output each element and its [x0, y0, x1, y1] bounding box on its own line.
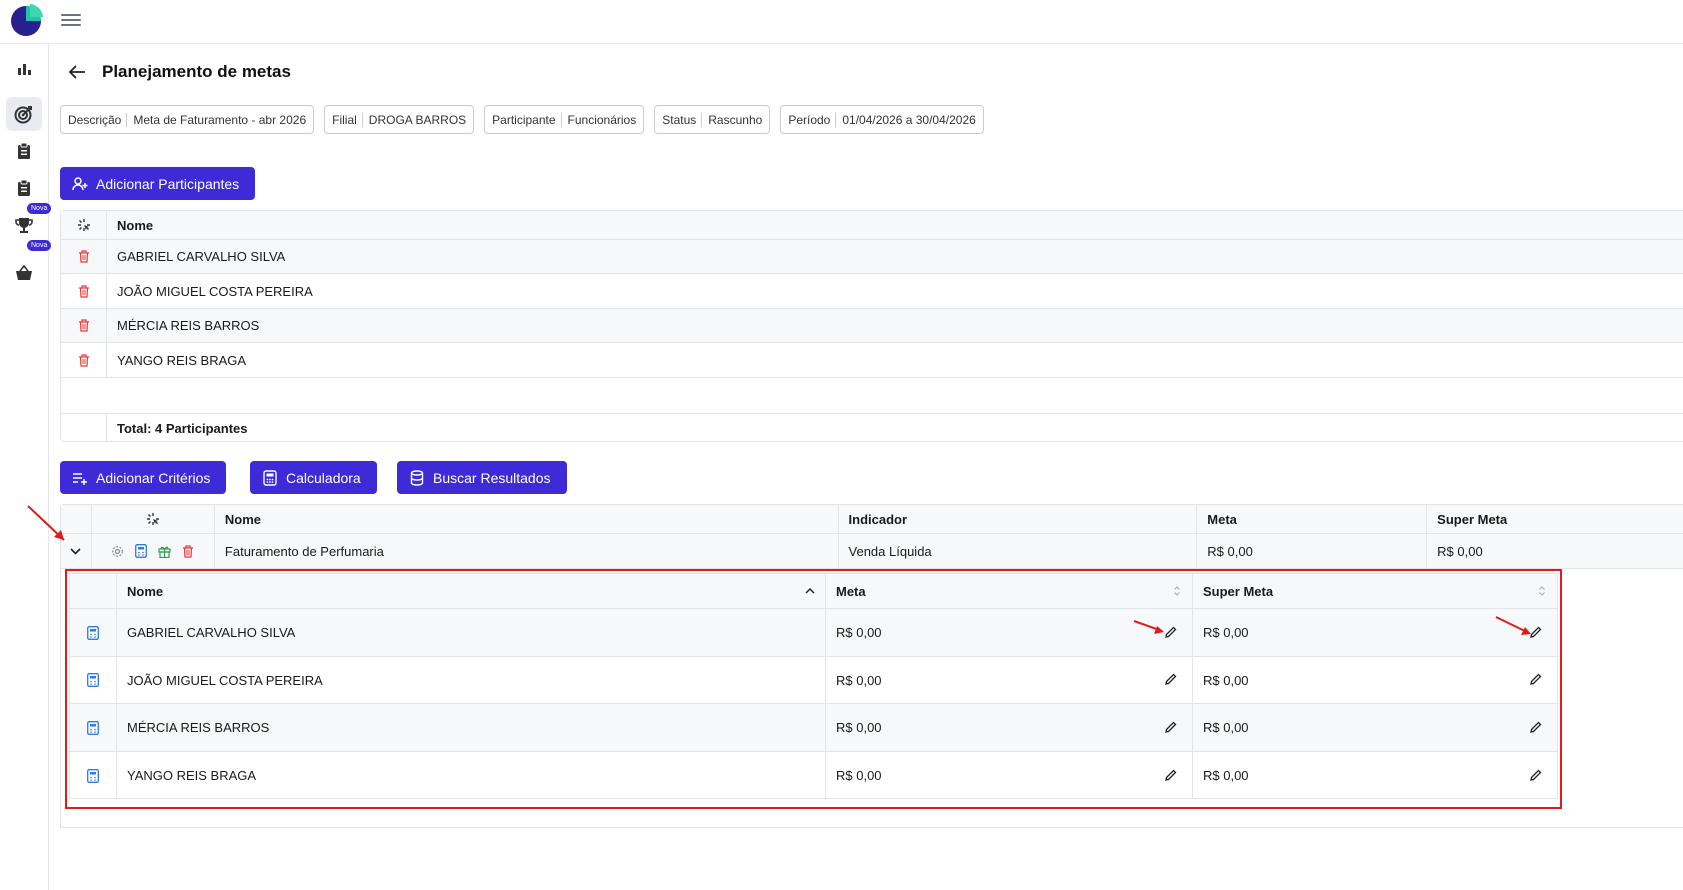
- calculator-icon[interactable]: [87, 673, 99, 687]
- database-icon: [409, 469, 425, 486]
- goal-value: R$ 0,00: [836, 768, 882, 783]
- trash-icon[interactable]: [78, 353, 90, 367]
- list-add-icon: [72, 470, 88, 486]
- hamburger-menu-icon[interactable]: [61, 11, 81, 29]
- gear-icon[interactable]: [111, 545, 124, 558]
- table-row: JOÃO MIGUEL COSTA PEREIRA R$ 0,00 R$ 0,0…: [70, 657, 1557, 704]
- participant-name: GABRIEL CARVALHO SILVA: [117, 609, 826, 656]
- super-goal-value: R$ 0,00: [1203, 625, 1249, 640]
- participant-name: GABRIEL CARVALHO SILVA: [117, 249, 286, 264]
- super-goal-value: R$ 0,00: [1203, 768, 1249, 783]
- calculator-icon[interactable]: [87, 720, 99, 735]
- participant-name: MÉRCIA REIS BARROS: [117, 318, 260, 333]
- sort-icon[interactable]: [1537, 585, 1547, 597]
- table-row: MÉRCIA REIS BARROS R$ 0,00 R$ 0,00: [70, 704, 1557, 752]
- pencil-icon[interactable]: [1529, 720, 1543, 734]
- pencil-icon[interactable]: [1529, 625, 1543, 639]
- clipboard-icon[interactable]: [6, 134, 42, 168]
- table-row: GABRIEL CARVALHO SILVA: [61, 240, 1683, 274]
- sort-icon[interactable]: [1172, 585, 1182, 597]
- calculator-icon: [262, 469, 278, 486]
- page-header: Planejamento de metas: [65, 60, 291, 84]
- goal-value: R$ 0,00: [836, 720, 882, 735]
- criterion-indicator: Venda Líquida: [839, 534, 1198, 568]
- filter-chip-descricao: Descrição Meta de Faturamento - abr 2026: [60, 105, 315, 134]
- table-row: YANGO REIS BRAGA: [61, 343, 1683, 378]
- select-all-icon[interactable]: [77, 218, 91, 232]
- bar-chart-icon[interactable]: [6, 52, 42, 86]
- participant-name: YANGO REIS BRAGA: [117, 752, 826, 799]
- criterion-goal: R$ 0,00: [1197, 534, 1428, 568]
- table-row: YANGO REIS BRAGA R$ 0,00 R$ 0,00: [70, 752, 1557, 799]
- table-footer: Total: 4 Participantes: [61, 414, 1683, 442]
- super-goal-value: R$ 0,00: [1203, 672, 1249, 688]
- participant-goals-subtable: Nome Meta Super Meta GABRIEL CARVALHO SI…: [65, 569, 1562, 809]
- table-row: JOÃO MIGUEL COSTA PEREIRA: [61, 274, 1683, 309]
- back-arrow-icon[interactable]: [65, 60, 89, 84]
- table-row: MÉRCIA REIS BARROS: [61, 309, 1683, 343]
- trash-icon[interactable]: [182, 544, 194, 558]
- trophy-icon[interactable]: [6, 208, 42, 242]
- table-header: Nome Meta Super Meta: [70, 574, 1557, 609]
- fetch-results-button[interactable]: Buscar Resultados: [397, 461, 567, 494]
- filter-chip-status: Status Rascunho: [654, 105, 771, 134]
- calculator-button[interactable]: Calculadora: [250, 461, 377, 494]
- app-logo-icon[interactable]: [10, 3, 44, 37]
- filter-chip-filial: Filial DROGA BARROS: [324, 105, 475, 134]
- goal-value: R$ 0,00: [836, 625, 882, 640]
- trash-icon[interactable]: [78, 284, 90, 298]
- criterion-super-goal: R$ 0,00: [1437, 543, 1483, 559]
- table-row: GABRIEL CARVALHO SILVA R$ 0,00 R$ 0,00: [70, 609, 1557, 657]
- participants-total: Total: 4 Participantes: [117, 420, 248, 436]
- new-badge: Nova: [27, 240, 52, 251]
- criterion-name: Faturamento de Perfumaria: [215, 534, 839, 568]
- page-title: Planejamento de metas: [102, 62, 291, 81]
- basket-icon[interactable]: [6, 256, 42, 290]
- filter-chips: Descrição Meta de Faturamento - abr 2026 …: [60, 105, 984, 134]
- add-participants-button[interactable]: Adicionar Participantes: [60, 167, 256, 200]
- gift-icon[interactable]: [158, 545, 172, 558]
- calculator-icon[interactable]: [87, 625, 99, 640]
- calculator-icon[interactable]: [87, 768, 99, 783]
- trash-icon[interactable]: [78, 250, 90, 263]
- participant-name: MÉRCIA REIS BARROS: [117, 704, 826, 751]
- goal-value: R$ 0,00: [836, 672, 882, 688]
- filter-chip-periodo: Período 01/04/2026 a 30/04/2026: [780, 105, 984, 134]
- participant-name: JOÃO MIGUEL COSTA PEREIRA: [117, 657, 826, 703]
- participant-name: YANGO REIS BRAGA: [117, 352, 247, 368]
- select-all-icon[interactable]: [146, 512, 160, 526]
- pencil-icon[interactable]: [1529, 672, 1543, 686]
- pencil-icon[interactable]: [1164, 672, 1178, 686]
- table-header: Nome Indicador Meta Super Meta: [61, 505, 1683, 534]
- calculator-icon[interactable]: [135, 544, 148, 558]
- table-header: Nome: [61, 211, 1683, 240]
- clipboard-icon[interactable]: [6, 171, 42, 205]
- participant-name: JOÃO MIGUEL COSTA PEREIRA: [117, 283, 313, 299]
- pencil-icon[interactable]: [1164, 720, 1178, 734]
- participants-table: Nome GABRIEL CARVALHO SILVA JOÃO MIGUEL …: [60, 210, 1683, 442]
- target-icon[interactable]: [6, 97, 42, 131]
- pencil-icon[interactable]: [1164, 625, 1178, 639]
- super-goal-value: R$ 0,00: [1203, 720, 1249, 735]
- chevron-down-icon[interactable]: [61, 534, 92, 568]
- sort-asc-icon[interactable]: [805, 585, 815, 597]
- top-bar: [0, 0, 1683, 44]
- add-criteria-button[interactable]: Adicionar Critérios: [60, 461, 227, 494]
- pencil-icon[interactable]: [1164, 768, 1178, 782]
- pencil-icon[interactable]: [1529, 768, 1543, 782]
- empty-row: [61, 378, 1683, 414]
- add-user-icon: [72, 176, 88, 192]
- table-row: Faturamento de Perfumaria Venda Líquida …: [61, 534, 1683, 569]
- filter-chip-participante: Participante Funcionários: [484, 105, 645, 134]
- main-content: Planejamento de metas Descrição Meta de F…: [60, 44, 1683, 890]
- trash-icon[interactable]: [78, 319, 90, 332]
- sidebar: Nova Nova: [0, 44, 52, 890]
